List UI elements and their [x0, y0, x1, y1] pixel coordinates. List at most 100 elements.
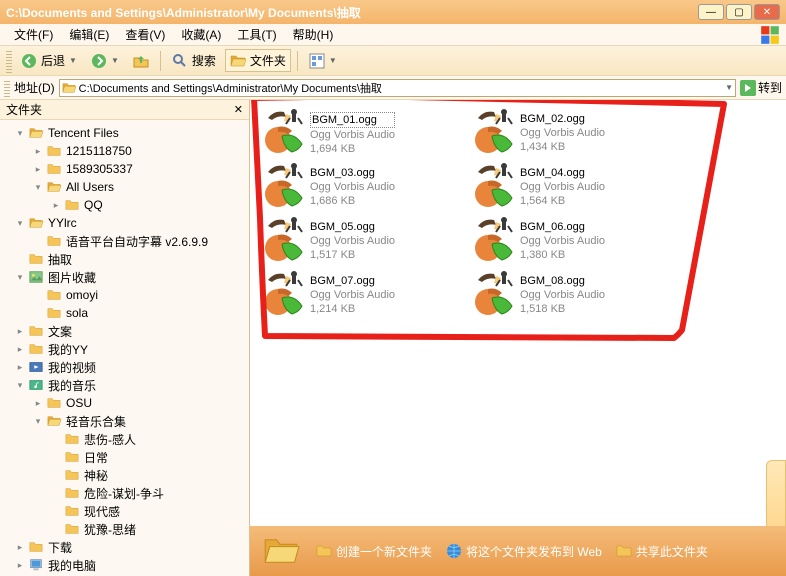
- file-item[interactable]: BGM_01.oggOgg Vorbis Audio1,694 KB: [258, 106, 468, 160]
- menu-view[interactable]: 查看(V): [117, 24, 173, 45]
- tree-item[interactable]: ▾All Users: [2, 178, 247, 196]
- forward-button[interactable]: ▼: [86, 50, 124, 72]
- expand-toggle[interactable]: [32, 289, 44, 301]
- file-name: BGM_03.ogg: [310, 166, 395, 180]
- expand-toggle[interactable]: ▾: [32, 181, 44, 193]
- expand-toggle[interactable]: ▸: [50, 199, 62, 211]
- file-meta: BGM_02.oggOgg Vorbis Audio1,434 KB: [520, 108, 605, 158]
- file-name: BGM_07.ogg: [310, 274, 395, 288]
- maximize-button[interactable]: ▢: [726, 4, 752, 20]
- back-button[interactable]: 后退 ▼: [16, 49, 82, 72]
- address-input[interactable]: C:\Documents and Settings\Administrator\…: [59, 79, 736, 97]
- tree-item[interactable]: 危险-谋划-争斗: [2, 484, 247, 502]
- menu-file[interactable]: 文件(F): [6, 24, 61, 45]
- expand-toggle[interactable]: ▸: [14, 343, 26, 355]
- file-meta: BGM_03.oggOgg Vorbis Audio1,686 KB: [310, 162, 395, 212]
- tree-item[interactable]: ▸我的YY: [2, 340, 247, 358]
- file-item[interactable]: BGM_05.oggOgg Vorbis Audio1,517 KB: [258, 214, 468, 268]
- file-item[interactable]: BGM_08.oggOgg Vorbis Audio1,518 KB: [468, 268, 678, 322]
- tree-item[interactable]: omoyi: [2, 286, 247, 304]
- expand-toggle[interactable]: ▾: [14, 127, 26, 139]
- tree-item[interactable]: ▾图片收藏: [2, 268, 247, 286]
- expand-toggle[interactable]: ▸: [32, 145, 44, 157]
- expand-toggle[interactable]: ▾: [14, 379, 26, 391]
- tree-item[interactable]: ▸OSU: [2, 394, 247, 412]
- expand-toggle[interactable]: ▸: [32, 163, 44, 175]
- file-item[interactable]: BGM_03.oggOgg Vorbis Audio1,686 KB: [258, 160, 468, 214]
- menu-help[interactable]: 帮助(H): [285, 24, 342, 45]
- file-type: Ogg Vorbis Audio: [310, 288, 395, 302]
- close-button[interactable]: ✕: [754, 4, 780, 20]
- tree-item[interactable]: ▸ QQ: [2, 196, 247, 214]
- expand-toggle[interactable]: [50, 433, 62, 445]
- file-item[interactable]: BGM_04.oggOgg Vorbis Audio1,564 KB: [468, 160, 678, 214]
- tree-item[interactable]: sola: [2, 304, 247, 322]
- file-item[interactable]: BGM_07.oggOgg Vorbis Audio1,214 KB: [258, 268, 468, 322]
- expand-toggle[interactable]: [14, 253, 26, 265]
- tree-item[interactable]: ▸1589305337: [2, 160, 247, 178]
- tree-item[interactable]: ▾轻音乐合集: [2, 412, 247, 430]
- expand-toggle[interactable]: ▾: [32, 415, 44, 427]
- address-grip[interactable]: [4, 79, 10, 97]
- folder-open-icon: [28, 216, 44, 230]
- file-size: 1,694 KB: [310, 142, 395, 156]
- tree-item[interactable]: 悲伤-感人: [2, 430, 247, 448]
- tree-item[interactable]: ▸文案: [2, 322, 247, 340]
- folders-button[interactable]: 文件夹: [225, 49, 291, 72]
- tree-item[interactable]: 神秘: [2, 466, 247, 484]
- expand-toggle[interactable]: [50, 469, 62, 481]
- tree-item-label: QQ: [84, 198, 103, 212]
- tree-item[interactable]: 现代感: [2, 502, 247, 520]
- expand-toggle[interactable]: [32, 235, 44, 247]
- folder-up-icon: [133, 53, 149, 69]
- file-item[interactable]: BGM_02.oggOgg Vorbis Audio1,434 KB: [468, 106, 678, 160]
- tree-item[interactable]: 抽取: [2, 250, 247, 268]
- tree-item[interactable]: 犹豫-思绪: [2, 520, 247, 538]
- file-name: BGM_02.ogg: [520, 112, 605, 126]
- folder-icon: [46, 162, 62, 176]
- file-list[interactable]: BGM_01.oggOgg Vorbis Audio1,694 KB BGM_02…: [250, 100, 786, 322]
- tree-item[interactable]: ▾我的音乐: [2, 376, 247, 394]
- tree-item[interactable]: ▾YYlrc: [2, 214, 247, 232]
- tree-item-label: 日常: [84, 449, 108, 466]
- expand-toggle[interactable]: ▾: [14, 217, 26, 229]
- minimize-button[interactable]: —: [698, 4, 724, 20]
- tree-item[interactable]: ▾ Tencent Files: [2, 124, 247, 142]
- tree-item[interactable]: ▸我的视频: [2, 358, 247, 376]
- side-widget[interactable]: [766, 460, 786, 530]
- expand-toggle[interactable]: ▸: [14, 559, 26, 571]
- up-button[interactable]: [128, 50, 154, 72]
- file-item[interactable]: BGM_06.oggOgg Vorbis Audio1,380 KB: [468, 214, 678, 268]
- expand-toggle[interactable]: ▸: [14, 361, 26, 373]
- tree-item[interactable]: ▸下载: [2, 538, 247, 556]
- folder-tree[interactable]: ▾ Tencent Files ▸1215118750▸1589305337▾All…: [0, 120, 249, 576]
- sidebar-close-button[interactable]: ✕: [234, 103, 243, 116]
- task-new-folder[interactable]: 创建一个新文件夹: [316, 543, 432, 560]
- expand-toggle[interactable]: ▾: [14, 271, 26, 283]
- tree-item[interactable]: 语音平台自动字幕 v2.6.9.9: [2, 232, 247, 250]
- back-label: 后退: [41, 52, 65, 69]
- expand-toggle[interactable]: ▸: [14, 541, 26, 553]
- menu-edit[interactable]: 编辑(E): [61, 24, 117, 45]
- go-button[interactable]: 转到: [740, 79, 782, 96]
- tree-item[interactable]: ▸1215118750: [2, 142, 247, 160]
- expand-toggle[interactable]: [50, 487, 62, 499]
- toolbar-grip[interactable]: [6, 49, 12, 73]
- expand-toggle[interactable]: ▸: [32, 397, 44, 409]
- address-path: C:\Documents and Settings\Administrator\…: [79, 80, 382, 96]
- views-button[interactable]: ▼: [304, 50, 342, 72]
- expand-toggle[interactable]: [50, 451, 62, 463]
- tree-item-label: Tencent Files: [48, 126, 119, 140]
- tree-item[interactable]: ▸我的电脑: [2, 556, 247, 574]
- chevron-down-icon[interactable]: ▼: [725, 83, 733, 92]
- task-publish-web[interactable]: 将这个文件夹发布到 Web: [446, 543, 602, 560]
- menu-favorites[interactable]: 收藏(A): [173, 24, 229, 45]
- expand-toggle[interactable]: ▸: [14, 325, 26, 337]
- expand-toggle[interactable]: [50, 523, 62, 535]
- search-button[interactable]: 搜索: [167, 49, 221, 72]
- task-share-folder[interactable]: 共享此文件夹: [616, 543, 708, 560]
- menu-tools[interactable]: 工具(T): [229, 24, 284, 45]
- tree-item[interactable]: 日常: [2, 448, 247, 466]
- expand-toggle[interactable]: [50, 505, 62, 517]
- expand-toggle[interactable]: [32, 307, 44, 319]
